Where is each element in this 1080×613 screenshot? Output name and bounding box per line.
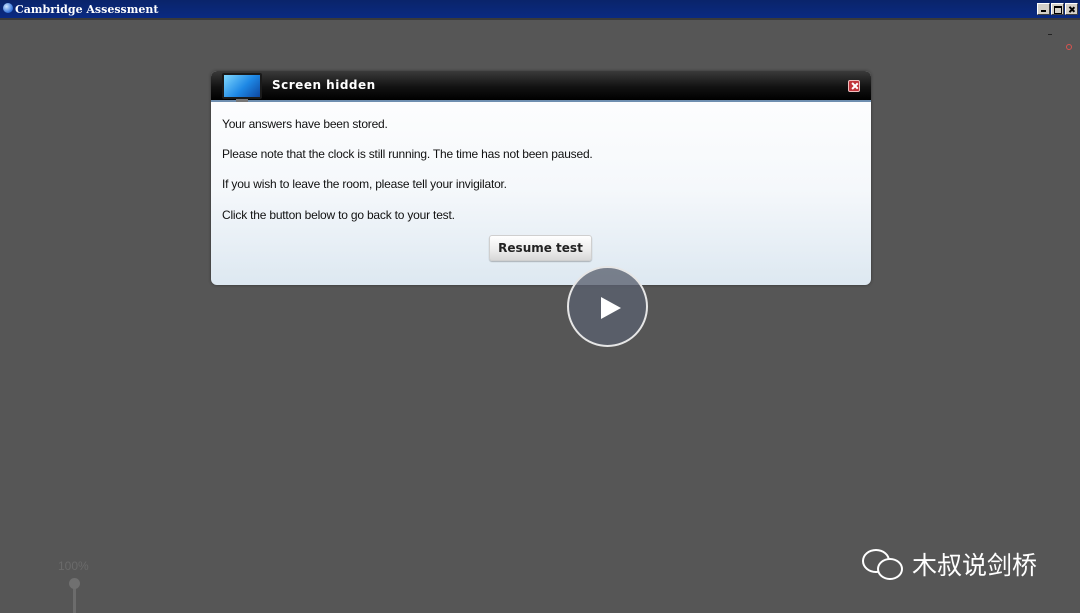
message-clock-running: Please note that the clock is still runn… bbox=[222, 147, 593, 161]
window-title: Cambridge Assessment bbox=[15, 3, 159, 16]
maximize-icon[interactable] bbox=[1051, 3, 1064, 15]
screen-hidden-dialog: Screen hidden Your answers have been sto… bbox=[211, 71, 871, 285]
dialog-title: Screen hidden bbox=[272, 78, 376, 92]
close-icon[interactable] bbox=[848, 80, 860, 92]
zoom-level-label: 100% bbox=[58, 559, 89, 573]
status-dot-icon bbox=[1066, 44, 1072, 50]
message-answers-stored: Your answers have been stored. bbox=[222, 117, 388, 131]
minimize-icon[interactable] bbox=[1037, 3, 1050, 15]
resume-test-button[interactable]: Resume test bbox=[489, 235, 592, 261]
window-title-bar: Cambridge Assessment bbox=[0, 0, 1080, 20]
play-icon bbox=[601, 297, 621, 319]
message-leave-room: If you wish to leave the room, please te… bbox=[222, 177, 507, 191]
dialog-header: Screen hidden bbox=[211, 71, 871, 102]
wechat-icon bbox=[862, 546, 906, 582]
window-close-icon[interactable] bbox=[1065, 3, 1078, 15]
zoom-slider-handle[interactable] bbox=[69, 578, 80, 589]
globe-icon bbox=[3, 3, 13, 13]
video-play-button[interactable] bbox=[567, 266, 648, 347]
message-go-back: Click the button below to go back to you… bbox=[222, 208, 455, 222]
window-controls bbox=[1037, 3, 1078, 15]
watermark-text: 木叔说剑桥 bbox=[912, 551, 1038, 580]
monitor-icon bbox=[222, 73, 262, 103]
watermark: 木叔说剑桥 bbox=[862, 546, 1037, 582]
divider bbox=[1048, 34, 1052, 35]
